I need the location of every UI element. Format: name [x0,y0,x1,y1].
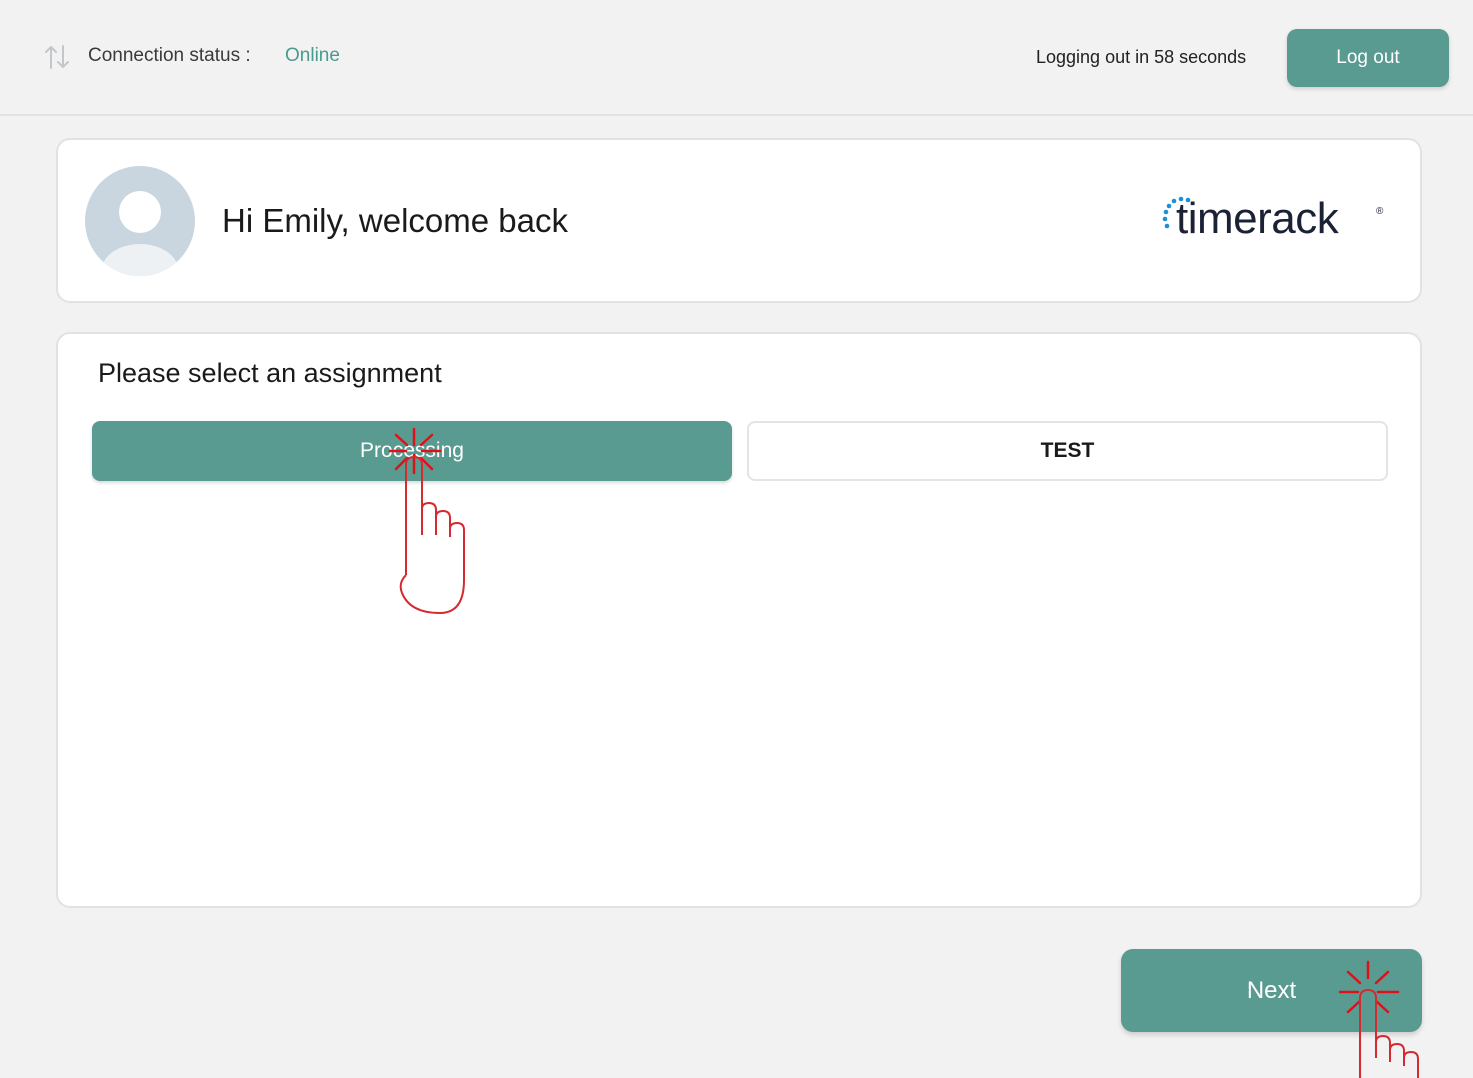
logo-registered-mark: ® [1376,206,1384,217]
assignment-option-processing[interactable]: Processing [92,421,732,481]
welcome-card: Hi Emily, welcome back timerack ® [56,138,1422,303]
user-avatar-icon [85,166,195,276]
logout-button[interactable]: Log out [1287,29,1449,87]
top-bar: Connection status : Online Logging out i… [0,0,1473,116]
logout-countdown: Logging out in 58 seconds [1036,47,1247,67]
assignment-card: Please select an assignment Processing T… [56,332,1422,908]
next-button[interactable]: Next [1121,949,1422,1032]
page: Connection status : Online Logging out i… [0,0,1473,1078]
welcome-greeting: Hi Emily, welcome back [222,202,568,239]
connection-status-label: Connection status : [88,45,251,66]
assignment-option-test[interactable]: TEST [747,421,1388,481]
assignment-title: Please select an assignment [98,358,442,388]
timerack-logo: timerack ® [1158,192,1388,252]
connection-status-value: Online [285,45,340,66]
logo-text: timerack [1176,194,1339,243]
connection-arrows-icon [45,45,69,69]
